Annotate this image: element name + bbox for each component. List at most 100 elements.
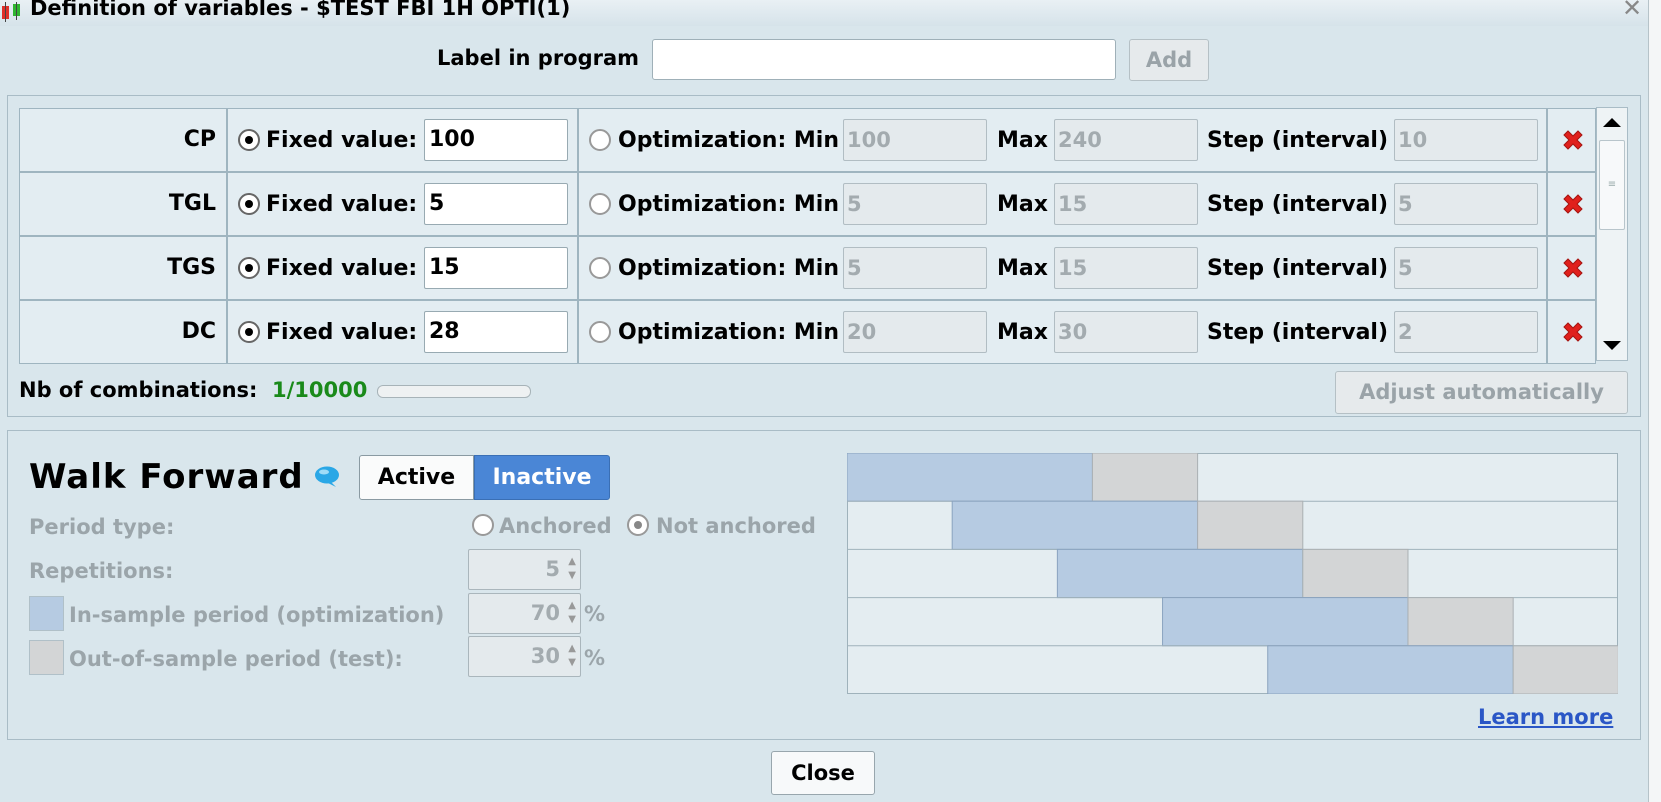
out-sample-bar xyxy=(1302,548,1409,599)
optimization-radio[interactable] xyxy=(589,129,611,151)
optimization-max-input[interactable]: 30 xyxy=(1054,311,1198,353)
variable-name: DC xyxy=(19,300,227,364)
fixed-value-input[interactable]: 15 xyxy=(424,247,568,289)
label-in-program-input[interactable] xyxy=(652,39,1116,80)
toggle-active-button[interactable]: Active xyxy=(359,455,474,500)
speech-bubble-icon[interactable] xyxy=(314,466,340,488)
optimization-step-input[interactable]: 10 xyxy=(1394,119,1538,161)
optimization-max-label: Max xyxy=(997,128,1048,153)
spinner-arrows-icon[interactable]: ▲ ▼ xyxy=(568,599,576,627)
optimization-min-input[interactable]: 5 xyxy=(843,247,987,289)
optimization-max-input[interactable]: 15 xyxy=(1054,183,1198,225)
fixed-value-cell: Fixed value: 28 xyxy=(227,300,578,364)
close-icon[interactable]: ✕ xyxy=(1622,0,1642,20)
add-button[interactable]: Add xyxy=(1129,39,1209,81)
variable-name: CP xyxy=(19,108,227,172)
optimization-min-input[interactable]: 20 xyxy=(843,311,987,353)
fixed-value-label: Fixed value: xyxy=(266,128,418,153)
out-sample-spinner[interactable]: 30 ▲ ▼ xyxy=(468,636,581,677)
in-sample-bar xyxy=(1056,548,1304,599)
repetitions-spinner[interactable]: 5 ▲ ▼ xyxy=(468,549,581,590)
in-sample-value: 70 xyxy=(530,601,560,625)
optimization-step-input[interactable]: 5 xyxy=(1394,183,1538,225)
optimization-cell: Optimization: Min 20 Max 30 Step (interval) 2 xyxy=(578,300,1547,364)
anchored-radio[interactable] xyxy=(472,514,494,536)
optimization-max-label: Max xyxy=(997,256,1048,281)
out-sample-bar xyxy=(1512,645,1618,694)
anchored-label: Anchored xyxy=(499,514,612,538)
delete-cell xyxy=(1547,172,1596,236)
toggle-inactive-button[interactable]: Inactive xyxy=(474,455,610,500)
title-bar[interactable]: Definition of variables - $TEST FBI 1H O… xyxy=(0,0,1648,26)
delete-icon[interactable] xyxy=(1560,127,1586,153)
combinations-progress-bar xyxy=(377,385,531,398)
optimization-cell: Optimization: Min 5 Max 15 Step (interval) 5 xyxy=(578,172,1547,236)
variable-name: TGS xyxy=(19,236,227,300)
variable-row: TGL Fixed value: 5 Optimization: Min 5 Max 15 S… xyxy=(19,172,1596,236)
in-sample-bar xyxy=(1162,597,1409,647)
fixed-value-label: Fixed value: xyxy=(266,256,418,281)
optimization-min-label: Optimization: Min xyxy=(618,192,840,217)
out-sample-percent: % xyxy=(584,646,606,670)
optimization-radio[interactable] xyxy=(589,193,611,215)
variables-scrollbar[interactable]: ≡ xyxy=(1596,107,1628,361)
fixed-value-radio[interactable] xyxy=(238,129,260,151)
variable-row: DC Fixed value: 28 Optimization: Min 20 Max 30… xyxy=(19,300,1596,364)
fixed-value-input[interactable]: 100 xyxy=(424,119,568,161)
fixed-value-radio[interactable] xyxy=(238,193,260,215)
adjust-automatically-button[interactable]: Adjust automatically xyxy=(1335,371,1628,414)
combinations-label: Nb of combinations: xyxy=(19,378,258,402)
out-sample-bar xyxy=(1091,453,1199,502)
variable-row: TGS Fixed value: 15 Optimization: Min 5 Max 15… xyxy=(19,236,1596,300)
in-sample-swatch xyxy=(29,596,64,631)
in-sample-spinner[interactable]: 70 ▲ ▼ xyxy=(468,593,581,634)
optimization-radio[interactable] xyxy=(589,321,611,343)
delete-icon[interactable] xyxy=(1560,319,1586,345)
optimization-min-input[interactable]: 100 xyxy=(843,119,987,161)
close-button[interactable]: Close xyxy=(771,751,875,795)
label-in-program-label: Label in program xyxy=(437,46,640,70)
candlestick-app-icon xyxy=(2,2,20,22)
optimization-step-input[interactable]: 2 xyxy=(1394,311,1538,353)
out-sample-bar xyxy=(1197,500,1304,550)
optimization-max-input[interactable]: 240 xyxy=(1054,119,1198,161)
learn-more-link[interactable]: Learn more xyxy=(1478,705,1613,729)
fixed-value-label: Fixed value: xyxy=(266,192,418,217)
scroll-up-icon[interactable] xyxy=(1597,108,1627,138)
optimization-max-input[interactable]: 15 xyxy=(1054,247,1198,289)
optimization-step-label: Step (interval) xyxy=(1207,192,1389,217)
out-sample-label: Out-of-sample period (test): xyxy=(69,647,403,671)
optimization-max-label: Max xyxy=(997,320,1048,345)
spinner-arrows-icon[interactable]: ▲ ▼ xyxy=(568,555,576,583)
scroll-down-icon[interactable] xyxy=(1597,330,1627,360)
walk-forward-diagram xyxy=(847,453,1618,694)
optimization-step-input[interactable]: 5 xyxy=(1394,247,1538,289)
fixed-value-input[interactable]: 28 xyxy=(424,311,568,353)
in-sample-percent: % xyxy=(584,602,606,626)
delete-icon[interactable] xyxy=(1560,255,1586,281)
out-sample-bar xyxy=(1407,597,1514,647)
variable-name: TGL xyxy=(19,172,227,236)
spinner-arrows-icon[interactable]: ▲ ▼ xyxy=(568,642,576,670)
in-sample-bar xyxy=(847,453,1093,502)
optimization-step-label: Step (interval) xyxy=(1207,256,1389,281)
fixed-value-input[interactable]: 5 xyxy=(424,183,568,225)
scroll-thumb[interactable]: ≡ xyxy=(1599,140,1625,230)
variable-row: CP Fixed value: 100 Optimization: Min 100 Max… xyxy=(19,108,1596,172)
dialog-window: Definition of variables - $TEST FBI 1H O… xyxy=(0,0,1648,802)
fixed-value-cell: Fixed value: 15 xyxy=(227,236,578,300)
fixed-value-radio[interactable] xyxy=(238,321,260,343)
optimization-cell: Optimization: Min 100 Max 240 Step (interval… xyxy=(578,108,1547,172)
delete-icon[interactable] xyxy=(1560,191,1586,217)
in-sample-bar xyxy=(1267,645,1514,694)
out-sample-swatch xyxy=(29,640,64,675)
in-sample-label: In-sample period (optimization) xyxy=(69,603,445,627)
fixed-value-radio[interactable] xyxy=(238,257,260,279)
delete-cell xyxy=(1547,236,1596,300)
optimization-min-label: Optimization: Min xyxy=(618,256,840,281)
optimization-min-input[interactable]: 5 xyxy=(843,183,987,225)
optimization-radio[interactable] xyxy=(589,257,611,279)
not-anchored-radio[interactable] xyxy=(627,514,649,536)
fixed-value-label: Fixed value: xyxy=(266,320,418,345)
optimization-max-label: Max xyxy=(997,192,1048,217)
